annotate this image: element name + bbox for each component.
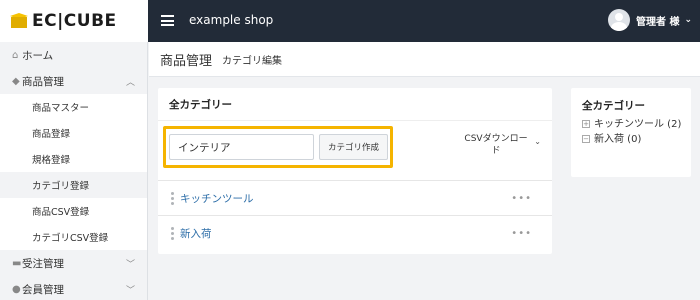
sidebar-item-home[interactable]: ⌂ ホーム xyxy=(0,42,147,68)
tree-item-label[interactable]: 新入荷 (0) xyxy=(594,134,641,146)
drag-handle-icon[interactable] xyxy=(167,226,177,241)
card-title: 全カテゴリー xyxy=(158,88,552,121)
tree-item-label[interactable]: キッチンツール (2) xyxy=(594,119,681,131)
list-item: キッチンツール ••• xyxy=(158,181,552,216)
drag-handle-icon[interactable] xyxy=(167,191,177,206)
tree-title: 全カテゴリー xyxy=(582,100,645,112)
expand-icon[interactable]: + xyxy=(582,120,590,128)
page-header: 商品管理 カテゴリ編集 xyxy=(149,42,700,77)
admin-menu[interactable]: 管理者 様 ⌄ xyxy=(607,9,692,31)
csv-download-label-1: CSVダウンロー xyxy=(464,134,528,144)
category-name-input[interactable]: インテリア xyxy=(169,134,314,160)
home-icon: ⌂ xyxy=(12,49,19,61)
logo-text: EC|CUBE xyxy=(32,11,117,31)
category-link[interactable]: キッチンツール xyxy=(180,191,254,206)
collapse-icon[interactable]: − xyxy=(582,135,590,143)
sidebar-sub-category-csv[interactable]: カテゴリCSV登録 xyxy=(0,224,147,250)
page-title: 商品管理 xyxy=(160,53,213,69)
csv-download-label-2: ド xyxy=(491,146,501,156)
category-tree-card: 全カテゴリー + キッチンツール (2) − 新入荷 (0) xyxy=(571,88,691,177)
top-bar: EC|CUBE example shop 管理者 様 ⌄ xyxy=(0,0,700,42)
cube-logo-icon xyxy=(10,13,28,29)
category-link[interactable]: 新入荷 xyxy=(180,226,212,241)
sidebar-sub-product-csv[interactable]: 商品CSV登録 xyxy=(0,198,147,224)
chevron-down-icon: ⌄ xyxy=(684,15,692,25)
chevron-up-icon: ︿ xyxy=(125,77,135,88)
sidebar-sub-spec-register[interactable]: 規格登録 xyxy=(0,146,147,172)
chevron-down-icon: ﹀ xyxy=(125,259,135,270)
category-form-row: インテリア カテゴリ作成 CSVダウンロー ド ⌄ xyxy=(158,121,552,181)
sidebar-item-label: 商品管理 xyxy=(22,75,64,88)
sidebar: ⌂ ホーム ◆ 商品管理 ︿ 商品マスター 商品登録 規格登録 カテゴリ登録 商… xyxy=(0,42,148,300)
sidebar-item-members[interactable]: ● 会員管理 ﹀ xyxy=(0,276,147,300)
cart-icon: ▬ xyxy=(12,257,22,269)
sidebar-item-products[interactable]: ◆ 商品管理 ︿ xyxy=(0,68,147,94)
category-card: 全カテゴリー インテリア カテゴリ作成 CSVダウンロー ド ⌄ キッチンツール… xyxy=(158,88,552,254)
create-category-button[interactable]: カテゴリ作成 xyxy=(319,134,388,160)
sidebar-item-label: ホーム xyxy=(22,49,54,62)
shop-name[interactable]: example shop xyxy=(189,13,273,27)
more-options-icon[interactable]: ••• xyxy=(511,228,532,239)
users-icon: ● xyxy=(12,283,21,295)
sidebar-item-label: 受注管理 xyxy=(22,257,64,270)
tree-item[interactable]: + キッチンツール (2) xyxy=(582,119,691,131)
avatar xyxy=(607,9,630,31)
page-subtitle: カテゴリ編集 xyxy=(222,55,283,67)
sidebar-sub-product-register[interactable]: 商品登録 xyxy=(0,120,147,146)
more-options-icon[interactable]: ••• xyxy=(511,193,532,204)
tree-item[interactable]: − 新入荷 (0) xyxy=(582,134,691,146)
chevron-down-icon: ⌄ xyxy=(534,137,541,146)
sidebar-item-label: 会員管理 xyxy=(22,283,64,296)
sidebar-sub-category-register[interactable]: カテゴリ登録 xyxy=(0,172,147,198)
tag-icon: ◆ xyxy=(12,75,20,87)
chevron-down-icon: ﹀ xyxy=(125,285,135,296)
menu-toggle-icon[interactable] xyxy=(161,15,174,26)
logo[interactable]: EC|CUBE xyxy=(0,0,148,42)
csv-download-dropdown[interactable]: CSVダウンロー ド ⌄ xyxy=(455,133,541,157)
sidebar-sub-product-master[interactable]: 商品マスター xyxy=(0,94,147,120)
sidebar-item-orders[interactable]: ▬ 受注管理 ﹀ xyxy=(0,250,147,276)
list-item: 新入荷 ••• xyxy=(158,216,552,251)
admin-label: 管理者 様 xyxy=(635,16,680,28)
